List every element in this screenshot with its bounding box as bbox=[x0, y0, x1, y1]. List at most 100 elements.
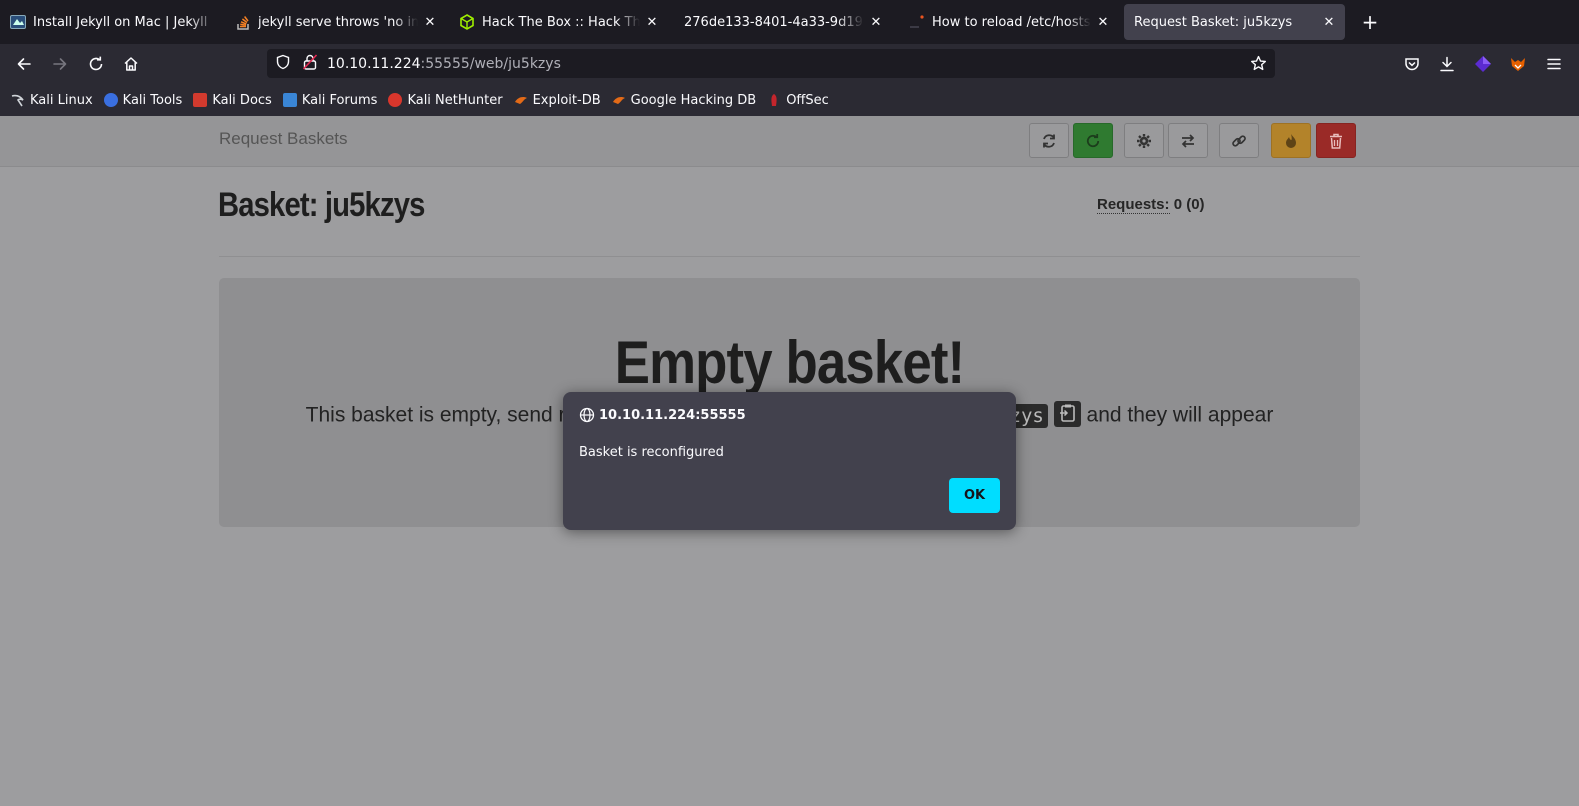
share-link-button[interactable] bbox=[1219, 123, 1259, 158]
bookmark-kali-forums[interactable]: Kali Forums bbox=[282, 93, 377, 108]
bookmark-label: Exploit-DB bbox=[532, 92, 601, 108]
tab-uuid[interactable]: 276de133-8401-4a33-9d19-c1b ✕ bbox=[674, 4, 892, 40]
kali-tools-icon bbox=[103, 93, 118, 107]
tab-title: How to reload /etc/hosts after bbox=[932, 14, 1091, 30]
dialog-message: Basket is reconfigured bbox=[579, 445, 724, 460]
home-icon bbox=[124, 57, 138, 71]
fire-icon bbox=[1286, 133, 1296, 148]
extension-diamond-icon bbox=[1475, 56, 1491, 72]
link-icon bbox=[1232, 134, 1246, 147]
pocket-icon bbox=[1405, 58, 1419, 71]
tab-request-basket[interactable]: Request Basket: ju5kzys ✕ bbox=[1124, 4, 1345, 40]
bookmark-label: Kali Tools bbox=[122, 92, 183, 108]
tab-title: jekyll serve throws 'no implicit bbox=[258, 14, 418, 30]
foxyproxy-icon bbox=[1511, 58, 1525, 71]
extension-button[interactable] bbox=[1471, 52, 1495, 76]
bookmark-label: Google Hacking DB bbox=[630, 92, 757, 108]
downloads-button[interactable] bbox=[1435, 52, 1459, 76]
dialog-origin-text: 10.10.11.224:55555 bbox=[599, 407, 746, 423]
kali-docs-icon bbox=[193, 93, 208, 107]
stackoverflow-icon bbox=[235, 14, 251, 30]
insecure-lock-icon[interactable] bbox=[302, 53, 318, 74]
app-navbar: Request Baskets bbox=[0, 116, 1579, 167]
auto-refresh-button[interactable] bbox=[1073, 123, 1113, 158]
clear-button[interactable] bbox=[1271, 123, 1311, 158]
empty-basket-heading: Empty basket! bbox=[614, 329, 965, 396]
tab-hack-the-box[interactable]: Hack The Box :: Hack The Box ✕ bbox=[449, 4, 668, 40]
shield-icon[interactable] bbox=[275, 54, 291, 74]
menu-button[interactable] bbox=[1542, 52, 1566, 76]
bookmarks-toolbar: Kali Linux Kali Tools Kali Docs Kali For… bbox=[0, 84, 1579, 116]
url-bar[interactable]: 10.10.11.224:55555/web/ju5kzys bbox=[267, 49, 1275, 78]
tab-jekyll-serve[interactable]: jekyll serve throws 'no implicit ✕ bbox=[225, 4, 446, 40]
exploit-db-icon bbox=[514, 93, 528, 107]
close-icon[interactable]: ✕ bbox=[422, 15, 438, 30]
delete-button[interactable] bbox=[1316, 123, 1356, 158]
tab-title: Hack The Box :: Hack The Box bbox=[482, 14, 640, 30]
bookmark-offsec[interactable]: OffSec bbox=[767, 93, 829, 108]
requests-label: Requests: bbox=[1097, 196, 1170, 214]
hackthebox-icon bbox=[459, 14, 475, 30]
bookmark-label: Kali NetHunter bbox=[407, 92, 503, 108]
auto-refresh-icon bbox=[1086, 133, 1100, 147]
reload-icon bbox=[89, 56, 103, 71]
page-icon bbox=[909, 14, 925, 30]
tab-bar: Install Jekyll on Mac | Jekyll jekyll se… bbox=[0, 0, 1579, 44]
navigation-bar: 10.10.11.224:55555/web/ju5kzys bbox=[0, 44, 1579, 84]
close-icon[interactable]: ✕ bbox=[1095, 15, 1111, 30]
settings-button[interactable] bbox=[1124, 123, 1164, 158]
bookmark-kali-docs[interactable]: Kali Docs bbox=[193, 93, 272, 108]
tab-reload-hosts[interactable]: How to reload /etc/hosts after ✕ bbox=[899, 4, 1119, 40]
bookmark-star-icon[interactable] bbox=[1250, 55, 1267, 76]
gear-icon bbox=[1137, 133, 1151, 148]
empty-text-start: This basket is empty, send r bbox=[305, 403, 566, 427]
responses-button[interactable] bbox=[1168, 123, 1208, 158]
bookmark-kali-nethunter[interactable]: Kali NetHunter bbox=[388, 92, 503, 108]
exchange-icon bbox=[1181, 133, 1195, 148]
home-button[interactable] bbox=[119, 52, 143, 76]
back-arrow-icon bbox=[17, 58, 31, 70]
tab-install-jekyll[interactable]: Install Jekyll on Mac | Jekyll bbox=[0, 4, 225, 40]
close-icon[interactable]: ✕ bbox=[644, 15, 660, 30]
hamburger-menu-icon bbox=[1547, 58, 1561, 70]
back-button[interactable] bbox=[12, 52, 36, 76]
requests-value: 0 (0) bbox=[1173, 196, 1205, 213]
new-tab-button[interactable]: + bbox=[1358, 10, 1382, 34]
pocket-button[interactable] bbox=[1400, 52, 1424, 76]
refresh-button[interactable] bbox=[1029, 123, 1069, 158]
tab-title: 276de133-8401-4a33-9d19-c1b bbox=[684, 14, 864, 30]
download-icon bbox=[1440, 56, 1454, 72]
close-icon[interactable]: ✕ bbox=[1321, 15, 1337, 30]
url-host: 10.10.11.224 bbox=[327, 55, 421, 72]
kali-forums-icon bbox=[282, 93, 297, 107]
ghdb-icon bbox=[612, 93, 626, 107]
dialog-origin: 10.10.11.224:55555 bbox=[579, 407, 746, 423]
refresh-icon bbox=[1043, 133, 1055, 148]
tab-title: Install Jekyll on Mac | Jekyll bbox=[33, 14, 208, 30]
app-brand[interactable]: Request Baskets bbox=[219, 129, 348, 149]
bookmark-label: OffSec bbox=[786, 92, 829, 108]
bookmark-exploit-db[interactable]: Exploit-DB bbox=[514, 93, 601, 108]
bookmark-kali-tools[interactable]: Kali Tools bbox=[103, 92, 183, 108]
requests-count: Requests: 0 (0) bbox=[1097, 196, 1205, 214]
kali-nethunter-icon bbox=[388, 93, 403, 107]
bookmark-label: Kali Docs bbox=[212, 92, 272, 108]
clipboard-icon bbox=[1059, 404, 1075, 422]
ok-button[interactable]: OK bbox=[949, 478, 1000, 513]
reload-button[interactable] bbox=[84, 52, 108, 76]
forward-button[interactable] bbox=[48, 52, 72, 76]
url-path: :55555/web/ju5kzys bbox=[420, 55, 561, 72]
offsec-icon bbox=[767, 93, 781, 107]
bookmark-kali-linux[interactable]: Kali Linux bbox=[11, 93, 93, 108]
bookmark-label: Kali Linux bbox=[30, 92, 93, 108]
trash-icon bbox=[1330, 133, 1342, 149]
globe-icon bbox=[579, 407, 595, 423]
alert-dialog: 10.10.11.224:55555 Basket is reconfigure… bbox=[563, 392, 1016, 530]
forward-arrow-icon bbox=[53, 58, 67, 70]
foxyproxy-button[interactable] bbox=[1506, 52, 1530, 76]
copy-clipboard-button[interactable] bbox=[1053, 401, 1081, 427]
basket-title: Basket: ju5kzys bbox=[218, 186, 425, 224]
close-icon[interactable]: ✕ bbox=[868, 15, 884, 30]
tab-title: Request Basket: ju5kzys bbox=[1134, 14, 1293, 30]
bookmark-google-hacking-db[interactable]: Google Hacking DB bbox=[612, 92, 757, 108]
